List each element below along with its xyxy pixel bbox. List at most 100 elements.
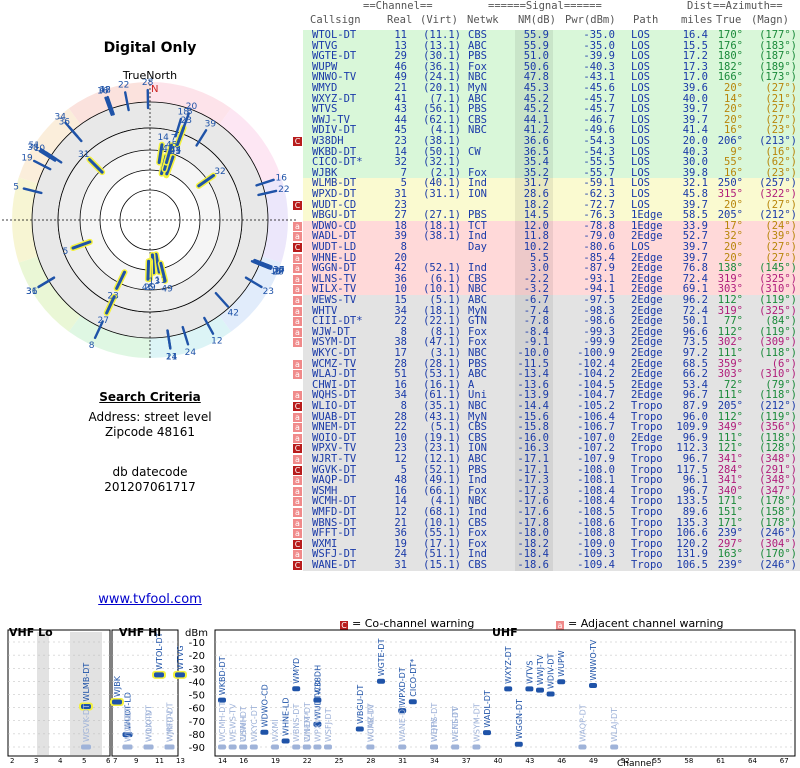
adjacent-warning-icon: a — [293, 221, 302, 231]
station-channel-label: 27 — [98, 316, 109, 326]
cell-pwr: -109.4 — [577, 559, 615, 571]
spectrum-mark-label: WOIO-DT — [145, 705, 154, 742]
cell-path: Tropo — [631, 559, 663, 571]
cell-net: CBS — [468, 559, 487, 571]
channel-tick-label: 3 — [34, 757, 38, 765]
spectrum-mark-label: WMFD-DT — [166, 702, 175, 742]
adjacent-warning-icon: a — [293, 285, 302, 295]
channel-tick-label: 64 — [748, 757, 757, 765]
spectrum-mark — [514, 741, 523, 747]
co-channel-warning-icon: C — [293, 402, 302, 411]
header-dist-group: Dist — [687, 0, 713, 12]
channel-tick-label: 37 — [462, 757, 471, 765]
cell-az: 239° — [717, 559, 743, 571]
spectrum-mark-label: WDWO-CD — [260, 684, 269, 727]
spectrum-mark-label: WANE-DT — [398, 704, 407, 742]
db-datecode-value: 201207061717 — [104, 480, 196, 494]
channel-tick-label: 40 — [494, 757, 503, 765]
station-channel-label: 42 — [228, 308, 239, 318]
spectrum-mark-label: WTVS — [525, 660, 534, 683]
spectrum-mark-label: WGGN-DT — [515, 699, 524, 739]
spectrum-mark-label: WSMH — [239, 716, 248, 742]
db-datecode-label: db datecode — [112, 465, 188, 479]
spectrum-mark — [281, 738, 290, 744]
adjacent-warning-icon: a — [293, 264, 302, 274]
cell-virt: (31.1) — [423, 188, 461, 200]
spectrum-mark — [292, 744, 301, 750]
station-channel-label: 49 — [161, 285, 173, 295]
spectrum-mark-label: WBNS-DT — [292, 703, 301, 742]
station-channel-label: 16 — [97, 86, 109, 96]
header-azimuth-group: ==Azimuth== — [713, 0, 783, 12]
uhf-label: UHF — [492, 626, 518, 639]
adjacent-warning-icon: a — [293, 518, 302, 528]
cell-virt: (15.1) — [423, 559, 461, 571]
spectrum-mark — [430, 744, 438, 750]
adjacent-warning-icon: a — [293, 476, 302, 486]
spectrum-mark-label: CICO-DT* — [409, 659, 418, 697]
header-callsign: Callsign — [310, 14, 361, 26]
station-row: WANE-DT 31 (15.1) CBS -18.6 -109.4 Tropo 106.5 2… — [293, 559, 800, 571]
adjacent-warning-icon: a — [293, 550, 302, 560]
co-channel-warning-icon: C — [293, 561, 302, 570]
station-channel-label: 34 — [54, 113, 66, 123]
spectrum-mark — [578, 744, 587, 750]
header-channel-group: ==Channel== — [363, 0, 433, 12]
tvfool-link[interactable]: www.tvfool.com — [0, 592, 300, 607]
channel-tick-label: 11 — [155, 757, 164, 765]
station-channel-label: 46 — [142, 283, 154, 293]
spectrum-mark-label: WSFJ-DT — [324, 708, 333, 742]
station-channel-label: 31 — [26, 287, 37, 297]
adjacent-warning-icon: a — [293, 274, 302, 284]
dbm-tick-label: -50 — [189, 691, 205, 702]
dbm-tick-label: -40 — [189, 677, 205, 688]
channel-axis-label: Channel — [617, 759, 654, 768]
north-mark: N — [151, 84, 158, 95]
cell-net: ION — [468, 188, 487, 200]
channel-tick-label: 25 — [335, 757, 344, 765]
adjacent-warning-icon: a — [293, 253, 302, 263]
adjacent-warning-icon: a — [293, 370, 302, 380]
spectrum-mark-label: WPXD-DT — [398, 667, 407, 705]
header-magn: (Magn) — [751, 14, 789, 26]
dbm-tick-label: -90 — [189, 743, 205, 754]
spectrum-mark-label: WNWO-TV — [589, 639, 598, 680]
vhf-hi-label: VHF Hi — [119, 626, 161, 639]
header-virt: (Virt) — [420, 14, 458, 26]
header-real: Real — [387, 14, 413, 26]
spectrum-mark — [504, 686, 513, 692]
header-signal-group: ======Signal====== — [488, 0, 602, 12]
adjacent-warning-icon: a — [293, 327, 302, 337]
spectrum-mark — [81, 744, 91, 750]
spectrum-mark — [546, 691, 555, 697]
spectrum-mark — [525, 686, 534, 692]
spectrum-mark — [175, 672, 185, 678]
polar-plot: 11132946 49214143444523143275312327183982… — [2, 69, 298, 362]
spectrum-mark-label: WDIV-DT — [547, 653, 556, 688]
station-channel-label: 23 — [107, 292, 118, 302]
channel-tick-label: 28 — [366, 757, 375, 765]
station-channel-label: 24 — [185, 348, 197, 358]
station-channel-label: 8 — [89, 341, 95, 351]
spectrum-mark-label: WSYM-DT — [472, 703, 481, 742]
channel-tick-label: 6 — [106, 757, 111, 765]
spectrum-mark — [451, 744, 460, 750]
spectrum-mark-label: WXYZ-DT — [504, 646, 513, 684]
spectrum-mark-label: WQHS-DT — [430, 703, 439, 742]
dbm-unit-label: dBm — [185, 628, 208, 639]
spectrum-mark-label: WUAB-DT — [366, 703, 375, 742]
adjacent-warning-icon: a — [293, 508, 302, 517]
co-channel-warning-icon: C — [293, 200, 302, 210]
station-channel-label: 10 — [273, 265, 285, 275]
channel-tick-label: 34 — [430, 757, 439, 765]
cell-net: Day — [468, 241, 487, 253]
station-channel-label: 23 — [181, 116, 192, 126]
header-nm: NM(dB) — [518, 14, 556, 26]
header-path: Path — [633, 14, 659, 26]
true-north-label: TrueNorth — [122, 69, 177, 82]
spectrum-mark — [122, 744, 133, 750]
adjacent-warning-icon: a — [293, 497, 302, 507]
spectrum-mark — [610, 744, 619, 750]
spectrum-mark — [228, 744, 237, 750]
co-channel-warning-icon: C — [293, 465, 302, 475]
